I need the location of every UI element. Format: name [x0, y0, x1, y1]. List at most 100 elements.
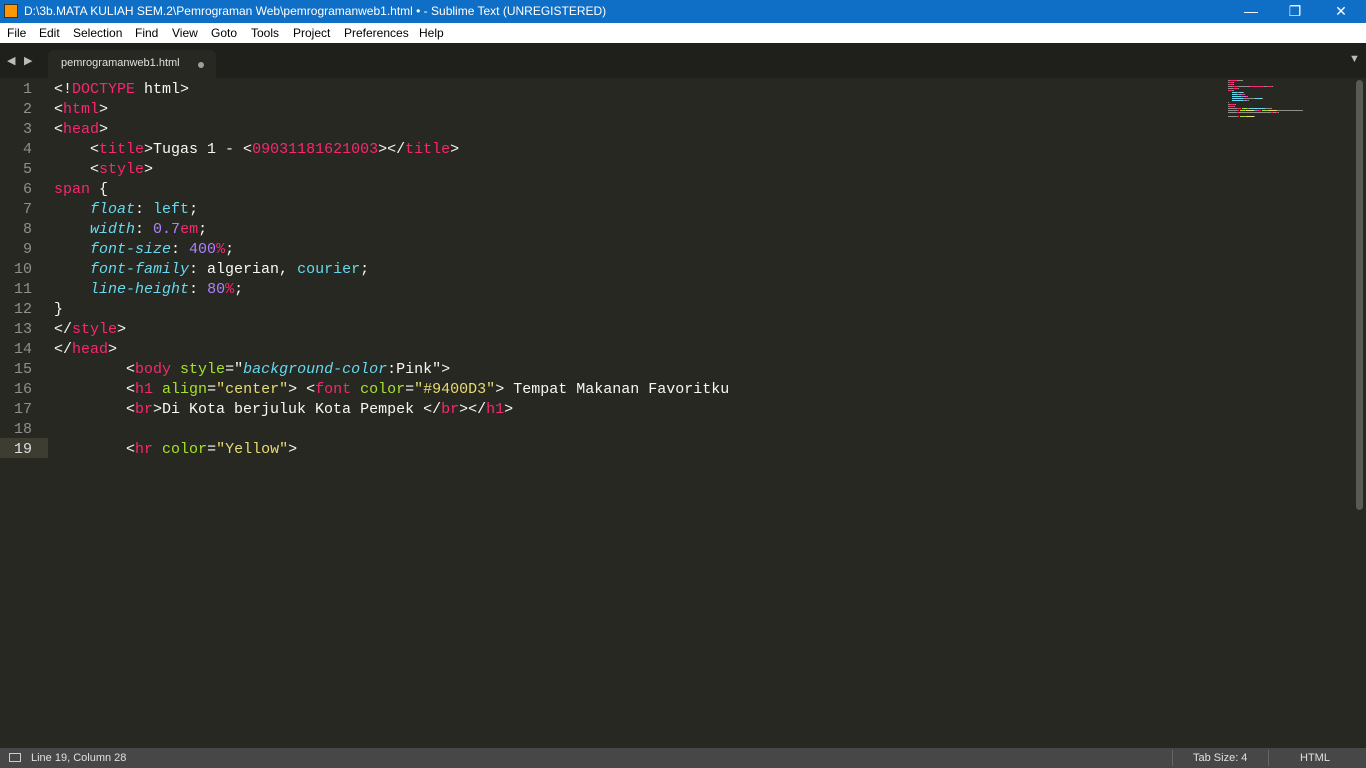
line-number-gutter: 1 2 3 4 5 6 7 8 9 10 11 12 13 14 15 16 17 18 19 — [0, 78, 48, 748]
minimap-stroke — [1228, 102, 1229, 103]
scrollbar-thumb[interactable] — [1356, 80, 1363, 510]
tab-pemrogramanweb1[interactable]: pemrogramanweb1.html — [48, 50, 216, 78]
menu-find[interactable]: Find — [135, 26, 158, 40]
code-token: < — [54, 141, 100, 158]
minimap-stroke — [1233, 82, 1234, 83]
code-line[interactable]: <h1 align="center"> <font color="#9400D3… — [54, 380, 729, 400]
menu-file[interactable]: File — [7, 26, 26, 40]
maximize-button[interactable]: ❐ — [1272, 0, 1318, 23]
code-token: <! — [54, 81, 73, 98]
minimap-stroke — [1262, 98, 1263, 99]
menu-preferences[interactable]: Preferences — [344, 26, 409, 40]
code-token: left — [153, 201, 190, 218]
code-token: color — [360, 381, 406, 398]
unsaved-dot-icon[interactable] — [198, 62, 204, 68]
code-token: ; — [360, 261, 370, 278]
code-line[interactable]: <hr color="Yellow"> — [54, 440, 297, 460]
code-token: 400 — [189, 241, 217, 258]
code-line[interactable]: <!DOCTYPE html> — [54, 80, 189, 100]
menu-selection[interactable]: Selection — [73, 26, 122, 40]
minimap-stroke — [1243, 92, 1244, 93]
menu-help[interactable]: Help — [419, 26, 444, 40]
code-line[interactable]: font-family: algerian, courier; — [54, 260, 369, 280]
code-token: hr — [135, 441, 154, 458]
line-number: 4 — [22, 141, 32, 158]
close-button[interactable]: ✕ — [1318, 0, 1364, 23]
minimap-stroke — [1244, 94, 1245, 95]
code-token: span — [54, 181, 91, 198]
code-token: { — [90, 181, 109, 198]
code-token: </ — [54, 341, 73, 358]
menu-edit[interactable]: Edit — [39, 26, 60, 40]
code-line[interactable]: <html> — [54, 100, 108, 120]
line-number: 10 — [13, 261, 32, 278]
code-line[interactable]: <head> — [54, 120, 108, 140]
minimize-button[interactable]: — — [1228, 0, 1274, 23]
syntax-indicator[interactable]: HTML — [1300, 752, 1330, 764]
code-token: >Di Kota berjuluk Kota Pempek </ — [153, 401, 442, 418]
minimap-stroke — [1278, 112, 1279, 113]
code-token: title — [405, 141, 451, 158]
code-token: ></ — [459, 401, 487, 418]
tab-forward-arrow-icon[interactable]: ▶ — [24, 54, 32, 67]
code-token: } — [54, 301, 64, 318]
code-token: < — [54, 441, 136, 458]
code-line[interactable]: </head> — [54, 340, 117, 360]
menu-project[interactable]: Project — [293, 26, 330, 40]
code-line[interactable]: width: 0.7em; — [54, 220, 207, 240]
code-token: style — [99, 161, 145, 178]
status-divider — [1172, 750, 1173, 766]
menu-goto[interactable]: Goto — [211, 26, 237, 40]
tab-size-indicator[interactable]: Tab Size: 4 — [1193, 752, 1247, 764]
code-token: width — [90, 221, 136, 238]
code-line[interactable]: } — [54, 300, 63, 320]
minimap[interactable] — [1228, 78, 1328, 138]
menu-view[interactable]: View — [172, 26, 198, 40]
code-token: :Pink"> — [387, 361, 451, 378]
code-token: < — [54, 361, 136, 378]
minimap-stroke — [1239, 112, 1271, 113]
code-token: = — [207, 441, 217, 458]
code-token: </ — [54, 321, 73, 338]
editor-pane[interactable]: 1 2 3 4 5 6 7 8 9 10 11 12 13 14 15 16 17 18 19 <!DOCTYPE … — [0, 78, 1352, 748]
tab-back-arrow-icon[interactable]: ◀ — [7, 54, 15, 67]
panel-toggle-icon[interactable] — [9, 753, 21, 762]
code-token: ; — [234, 281, 244, 298]
code-token: font-size — [90, 241, 172, 258]
code-line[interactable]: </style> — [54, 320, 126, 340]
code-line[interactable]: <br>Di Kota berjuluk Kota Pempek </br></… — [54, 400, 513, 420]
code-token: line-height — [90, 281, 190, 298]
code-token: : — [135, 201, 154, 218]
tab-list-dropdown-icon[interactable]: ▼ — [1349, 53, 1360, 65]
code-line[interactable]: float: left; — [54, 200, 198, 220]
minimap-stroke — [1228, 108, 1237, 109]
menu-tools[interactable]: Tools — [251, 26, 279, 40]
minimap-stroke — [1232, 98, 1243, 99]
code-line[interactable]: font-size: 400%; — [54, 240, 234, 260]
code-line[interactable]: span { — [54, 180, 108, 200]
code-token: html — [63, 101, 100, 118]
code-line[interactable]: line-height: 80%; — [54, 280, 243, 300]
minimap-stroke — [1237, 80, 1243, 81]
code-token: html> — [135, 81, 190, 98]
line-number: 13 — [13, 321, 32, 338]
line-number: 9 — [22, 241, 32, 258]
vertical-scrollbar[interactable] — [1352, 78, 1366, 748]
cursor-position: Line 19, Column 28 — [31, 752, 127, 764]
code-token: "Yellow" — [216, 441, 289, 458]
code-line[interactable]: <body style="background-color:Pink"> — [54, 360, 450, 380]
code-token: > — [99, 121, 109, 138]
minimap-stroke — [1230, 80, 1237, 81]
minimap-stroke — [1250, 86, 1264, 87]
code-line[interactable]: <style> — [54, 160, 153, 180]
code-token: % — [225, 281, 235, 298]
code-token: > Tempat Makanan Favoritku — [495, 381, 730, 398]
status-divider — [1268, 750, 1269, 766]
code-line[interactable]: <title>Tugas 1 - <09031181621003></title… — [54, 140, 459, 160]
minimap-stroke — [1232, 100, 1243, 101]
minimap-stroke — [1232, 96, 1241, 97]
